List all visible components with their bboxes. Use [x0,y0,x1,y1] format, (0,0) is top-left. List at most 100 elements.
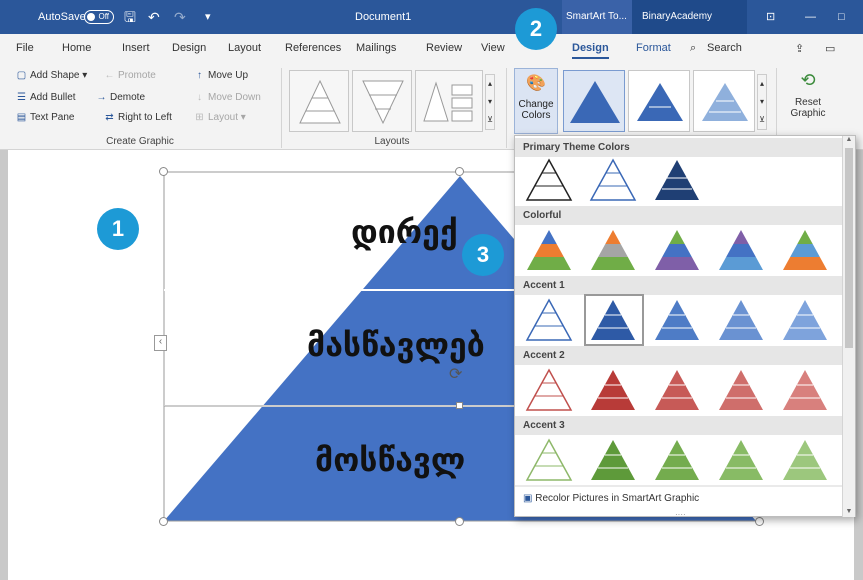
add-bullet-button[interactable]: ☰ Add Bullet [16,92,76,103]
move-up-label: Move Up [208,70,249,81]
tab-format[interactable]: Format [636,42,671,54]
callout-badge-1: 1 [97,208,139,250]
tab-file[interactable]: File [16,42,34,54]
recolor-pictures-icon: ▣ [523,493,533,504]
change-colors-button[interactable]: 🎨 Change Colors [514,68,558,134]
layout-button[interactable]: ⊞ Layout ▾ [194,112,246,123]
layout-icon: ⊞ [195,112,204,123]
layout-inverted-pyramid-thumb[interactable] [352,70,412,132]
tab-view[interactable]: View [481,42,505,54]
move-up-icon: ↑ [197,70,202,81]
text-pane-label: Text Pane [30,112,75,123]
contextual-tab-header: SmartArt To... BinaryAcademy [562,0,747,34]
recolor-pictures-label: Recolor Pictures in SmartArt Graphic [535,493,700,504]
save-icon[interactable]: 🖫 [124,0,136,34]
autosave-label: AutoSave [38,11,86,23]
add-bullet-label: Add Bullet [30,92,76,103]
promote-label: Promote [118,70,156,81]
tab-smartart-design[interactable]: Design [572,42,609,59]
scroll-thumb[interactable] [845,148,853,348]
gallery-scrollbar[interactable]: ▲ ▼ [842,136,855,517]
right-to-left-button[interactable]: ⇄ Right to Left [104,112,172,123]
scroll-up-icon[interactable]: ▲ [843,136,855,143]
reset-graphic-button[interactable]: ⟲ Reset Graphic [784,70,832,119]
pyramid-style-icon [702,83,748,121]
resize-handle[interactable] [455,517,464,526]
layouts-more-icon[interactable]: ▴ ▾ ⊻ [485,74,495,130]
style-thumb-1[interactable] [563,70,625,132]
resize-handle[interactable] [159,517,168,526]
reset-graphic-label-2: Graphic [790,108,826,119]
move-down-button[interactable]: ↓ Move Down [194,92,261,103]
style-thumb-2[interactable] [628,70,690,132]
tab-insert[interactable]: Insert [122,42,150,54]
redo-icon[interactable]: ↷ [174,0,186,34]
promote-icon: ← [104,70,115,81]
promote-button[interactable]: ← Promote [104,70,156,81]
right-to-left-label: Right to Left [118,112,172,123]
pyramid-style-icon [637,83,683,121]
move-up-button[interactable]: ↑ Move Up [194,70,248,81]
tab-mailings[interactable]: Mailings [356,42,396,54]
change-colors-label-2: Colors [521,110,551,121]
callout-badge-2: 2 [515,8,557,50]
tab-search[interactable]: Search [707,42,742,54]
gallery-resize-grip-icon[interactable]: ···· [675,510,686,519]
color-variations-grid[interactable] [515,136,844,518]
create-graphic-group-label: Create Graphic [106,136,174,147]
reset-graphic-icon: ⟲ [800,70,816,90]
share-icon[interactable]: ⇪ [795,42,804,55]
change-colors-gallery: Primary Theme Colors Colorful Accent 1 A… [514,135,856,519]
layout-segmented-pyramid-thumb[interactable] [415,70,483,132]
separator [506,68,507,148]
pyramid-level-2-text[interactable]: მასწავლებ [307,326,485,364]
rotate-icon[interactable]: ⟳ [449,364,462,384]
inverted-pyramid-layout-icon [362,80,404,125]
tab-review[interactable]: Review [426,42,462,54]
autosave-toggle[interactable]: Off [84,10,114,24]
ribbon-display-icon[interactable]: ⊡ [766,0,775,34]
text-pane-button[interactable]: ▤ Text Pane [16,112,75,123]
segmented-pyramid-layout-icon [423,81,473,122]
ribbon-tabs: File Home Insert Design Layout Reference… [0,34,863,64]
tab-references[interactable]: References [285,42,341,54]
style-thumb-3[interactable] [693,70,755,132]
pyramid-layout-icon [299,79,341,124]
document-title: Document1 [355,11,412,23]
styles-more-icon[interactable]: ▴ ▾ ⊻ [757,74,767,130]
title-bar: AutoSave Off 🖫 ↶ ↷ ▾ Document1 SmartArt … [0,0,863,34]
scroll-down-icon[interactable]: ▼ [843,508,855,515]
search-icon[interactable]: ⌕ [690,42,696,55]
move-down-label: Move Down [208,92,261,103]
add-shape-button[interactable]: ▢ Add Shape ▾ [16,70,88,81]
move-down-icon: ↓ [197,92,202,103]
resize-handle[interactable] [159,167,168,176]
layout-pyramid-thumb[interactable] [289,70,349,132]
demote-button[interactable]: → Demote [96,92,146,103]
undo-icon[interactable]: ↶ [148,0,160,34]
autosave-toggle-state: Off [98,12,109,21]
maximize-icon[interactable]: □ [838,0,845,34]
add-shape-label: Add Shape [30,70,80,81]
resize-handle[interactable] [755,517,764,526]
recolor-pictures-option[interactable]: ▣ Recolor Pictures in SmartArt Graphic [523,493,699,504]
minimize-icon[interactable]: — [805,0,816,34]
text-pane-toggle-icon[interactable]: ‹ [154,335,167,351]
resize-handle[interactable] [455,167,464,176]
customize-qat-icon[interactable]: ▾ [205,0,211,34]
right-to-left-icon: ⇄ [105,112,114,123]
pyramid-level-1-text[interactable]: დირექ [351,213,458,251]
layouts-group-label: Layouts [374,136,410,147]
user-name[interactable]: BinaryAcademy [642,0,712,34]
demote-icon: → [96,92,107,103]
tab-layout[interactable]: Layout [228,42,261,54]
pyramid-level-3-text[interactable]: მოსწავლ [315,441,465,479]
tab-home[interactable]: Home [62,42,91,54]
comments-icon[interactable]: ▭ [825,42,835,55]
change-colors-label-1: Change [518,99,554,110]
tab-design[interactable]: Design [172,42,206,54]
smartart-tools-label: SmartArt To... [566,11,627,22]
pyramid-style-icon [570,81,620,123]
add-bullet-icon: ☰ [17,92,26,103]
shape-handle[interactable] [456,402,463,409]
